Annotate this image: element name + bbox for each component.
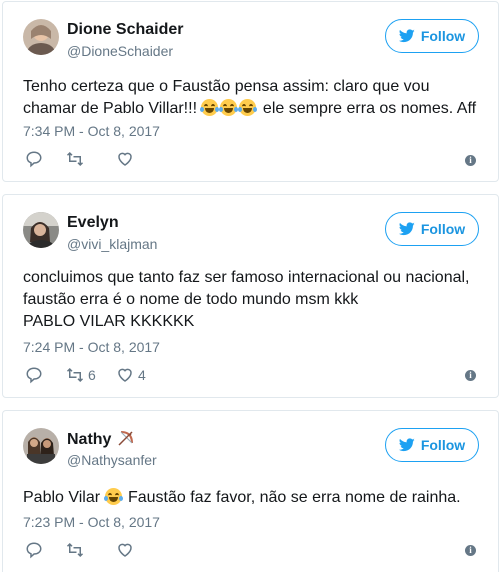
heart-icon <box>118 152 132 166</box>
tweet-text: Pablo Vilar Faustão faz favor, não se er… <box>23 487 478 509</box>
follow-label: Follow <box>420 221 466 237</box>
retweet-button[interactable] <box>66 150 116 168</box>
retweet-button[interactable] <box>66 541 116 559</box>
follow-label: Follow <box>420 28 466 44</box>
like-button[interactable] <box>116 150 166 168</box>
avatar[interactable] <box>23 19 59 55</box>
heart-icon <box>118 368 132 382</box>
user-name[interactable]: Nathy <box>67 430 134 449</box>
user-handle[interactable]: @Nathysanfer <box>67 452 157 468</box>
user-handle[interactable]: @vivi_klajman <box>67 236 157 252</box>
info-icon[interactable]: i <box>465 155 476 166</box>
tweet-actions <box>25 150 166 168</box>
reply-icon <box>26 542 42 559</box>
tweet-timestamp[interactable]: 7:24 PM - Oct 8, 2017 <box>23 339 160 355</box>
info-icon[interactable]: i <box>465 545 476 556</box>
face-with-tears-of-joy-icon <box>103 488 123 505</box>
heart-icon <box>118 543 132 557</box>
reply-icon <box>26 151 42 168</box>
retweet-count: 6 <box>88 367 96 383</box>
tweet-timestamp[interactable]: 7:34 PM - Oct 8, 2017 <box>23 123 160 139</box>
info-icon[interactable]: i <box>465 370 476 381</box>
tweet-timestamp[interactable]: 7:23 PM - Oct 8, 2017 <box>23 514 160 530</box>
tweet-text-part: Faustão faz favor, não se erra nome de r… <box>123 489 461 506</box>
follow-button[interactable]: Follow <box>385 212 479 246</box>
user-name[interactable]: Dione Schaider <box>67 21 183 39</box>
tweet-card: Nathy @Nathysanfer Follow Pablo Vilar Fa… <box>2 410 499 572</box>
user-handle[interactable]: @DioneSchaider <box>67 43 173 59</box>
tweet-card: Dione Schaider @DioneSchaider Follow Ten… <box>2 1 499 182</box>
like-button[interactable] <box>116 541 166 559</box>
tweet-text: Tenho certeza que o Faustão pensa assim:… <box>23 76 478 120</box>
tweet-text-part: Pablo Vilar <box>23 489 105 506</box>
face-with-tears-of-joy-icon <box>200 99 220 116</box>
like-count: 4 <box>138 367 146 383</box>
tweet-actions: 6 4 <box>25 366 166 384</box>
face-with-tears-of-joy-icon <box>238 99 258 116</box>
tweet-text-part: ele sempre erra os nomes. Aff <box>258 100 477 117</box>
retweet-icon <box>66 542 84 558</box>
avatar[interactable] <box>23 428 59 464</box>
like-button[interactable]: 4 <box>116 366 166 384</box>
reply-button[interactable] <box>25 541 66 559</box>
retweet-icon <box>66 367 84 383</box>
reply-icon <box>26 367 42 384</box>
avatar[interactable] <box>23 212 59 248</box>
face-with-tears-of-joy-icon <box>219 99 239 116</box>
reply-button[interactable] <box>25 150 66 168</box>
tweet-text-line: faustão erra é o nome de todo mundo msm … <box>23 291 359 308</box>
reply-button[interactable] <box>25 366 66 384</box>
user-name-text: Nathy <box>67 431 112 448</box>
tweet-text: concluimos que tanto faz ser famoso inte… <box>23 267 478 333</box>
retweet-button[interactable]: 6 <box>66 366 116 384</box>
tweet-actions <box>25 541 166 559</box>
follow-button[interactable]: Follow <box>385 19 479 53</box>
tweet-text-line: concluimos que tanto faz ser famoso inte… <box>23 269 470 286</box>
tweet-text-line: PABLO VILAR KKKKKK <box>23 313 195 330</box>
twitter-bird-icon <box>398 438 415 452</box>
retweet-icon <box>66 151 84 167</box>
user-name[interactable]: Evelyn <box>67 214 119 232</box>
follow-label: Follow <box>420 437 466 453</box>
bow-and-arrow-icon <box>118 431 133 446</box>
twitter-bird-icon <box>398 222 415 236</box>
follow-button[interactable]: Follow <box>385 428 479 462</box>
tweet-card: Evelyn @vivi_klajman Follow concluimos q… <box>2 194 499 398</box>
twitter-bird-icon <box>398 29 415 43</box>
